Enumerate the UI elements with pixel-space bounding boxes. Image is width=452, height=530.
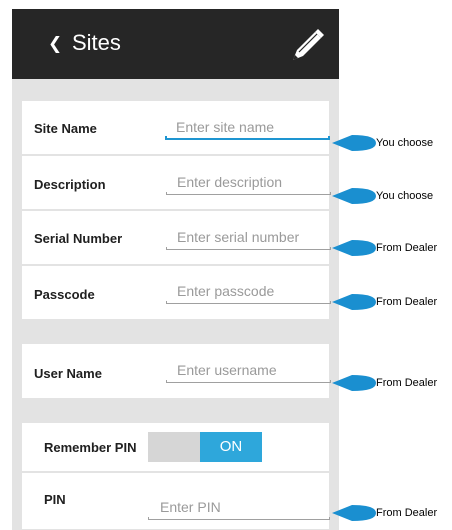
description-row: Description Enter description <box>22 156 331 209</box>
remember-pin-row: Remember PIN ON <box>22 423 329 471</box>
user-group: User Name Enter username <box>22 344 331 398</box>
callout-pointer-icon <box>332 240 376 256</box>
callout-pointer-icon <box>332 375 376 391</box>
pencil-icon[interactable] <box>291 28 325 62</box>
passcode-row: Passcode Enter passcode <box>22 266 331 319</box>
chevron-left-icon[interactable]: ❮ <box>48 34 62 54</box>
callout-description: You choose <box>332 186 452 206</box>
callout-text: From Dealer <box>376 507 438 519</box>
page-title[interactable]: Sites <box>72 30 121 56</box>
description-label: Description <box>34 177 106 192</box>
callout-text: From Dealer <box>376 242 438 254</box>
passcode-label: Passcode <box>34 287 95 302</box>
pin-row: PIN Enter PIN <box>22 473 330 529</box>
user-name-placeholder: Enter username <box>177 362 277 378</box>
callout-pointer-icon <box>332 294 376 310</box>
toggle-on-state: ON <box>200 432 262 462</box>
description-placeholder: Enter description <box>177 174 283 190</box>
site-name-label: Site Name <box>34 121 97 136</box>
callout-user-name: From Dealer <box>332 373 452 393</box>
callout-text: From Dealer <box>376 377 438 389</box>
callout-passcode: From Dealer <box>332 292 452 312</box>
user-name-input[interactable]: Enter username <box>166 361 331 383</box>
callout-serial-number: From Dealer <box>332 238 452 258</box>
remember-pin-toggle[interactable]: ON <box>148 432 262 462</box>
serial-number-placeholder: Enter serial number <box>177 229 300 245</box>
site-details-group: Site Name Enter site name Description En… <box>22 101 331 319</box>
passcode-placeholder: Enter passcode <box>177 283 275 299</box>
serial-number-label: Serial Number <box>34 231 123 246</box>
remember-pin-label: Remember PIN <box>44 440 137 455</box>
phone-screen: ❮ Sites Site Name Enter site name Descri… <box>12 9 339 530</box>
serial-number-input[interactable]: Enter serial number <box>166 228 331 250</box>
action-bar: ❮ Sites <box>12 9 339 79</box>
user-name-label: User Name <box>34 366 102 381</box>
callout-pointer-icon <box>332 188 376 204</box>
callout-pointer-icon <box>332 135 376 151</box>
callout-text: From Dealer <box>376 296 438 308</box>
description-input[interactable]: Enter description <box>166 173 331 195</box>
callout-text: You choose <box>376 190 434 202</box>
site-name-row: Site Name Enter site name <box>22 101 330 154</box>
callout-pin: From Dealer <box>332 503 452 523</box>
callout-pointer-icon <box>332 505 376 521</box>
site-name-input[interactable]: Enter site name <box>165 118 330 140</box>
user-name-row: User Name Enter username <box>22 344 331 398</box>
callout-site-name: You choose <box>332 133 452 153</box>
pin-input[interactable]: Enter PIN <box>148 498 330 520</box>
pin-label: PIN <box>44 492 66 507</box>
callout-text: You choose <box>376 137 434 149</box>
site-name-placeholder: Enter site name <box>176 119 275 135</box>
pin-placeholder: Enter PIN <box>160 499 221 515</box>
pin-group: Remember PIN ON PIN Enter PIN <box>22 423 330 529</box>
passcode-input[interactable]: Enter passcode <box>166 282 331 304</box>
serial-number-row: Serial Number Enter serial number <box>22 211 331 264</box>
